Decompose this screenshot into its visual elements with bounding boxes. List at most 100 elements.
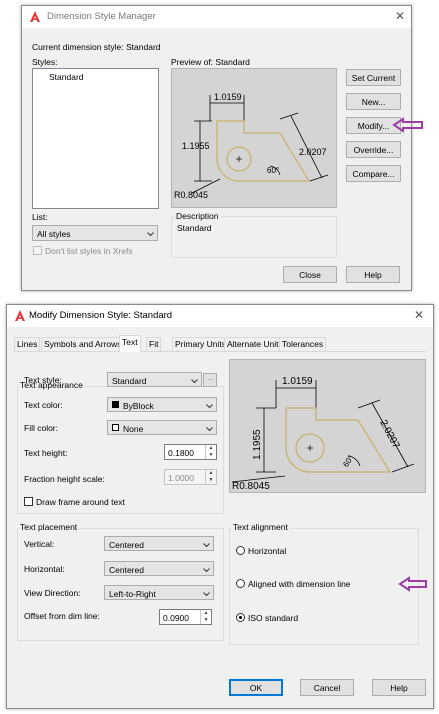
text-placement-title: Text placement [18,522,80,532]
vertical-value: Centered [109,540,144,550]
vertical-label: Vertical: [24,539,55,549]
fill-color-select[interactable]: None [107,420,217,435]
tab-strip: Lines Symbols and Arrows Text Fit Primar… [14,335,426,352]
view-direction-value: Left-to-Right [109,589,156,599]
xrefs-label: Don't list styles in Xrefs [45,246,133,256]
text-height-input[interactable]: 0.1800 ▲ ▼ [164,444,217,460]
title-bar: Dimension Style Manager ✕ [22,6,411,28]
preview-dim-angle: 60° [267,166,279,175]
close-icon[interactable]: ✕ [414,308,424,322]
horizontal-value: Centered [109,565,144,575]
draw-frame-checkbox[interactable] [24,497,33,506]
horizontal-label: Horizontal: [24,564,65,574]
preview-dim-left: 1.1955 [252,429,263,460]
preview-label: Preview of: Standard [171,57,250,67]
text-alignment-title: Text alignment [231,522,290,532]
preview-dim-top: 1.0159 [282,376,313,387]
tab-alternate-units[interactable]: Alternate Units [224,337,286,351]
vertical-select[interactable]: Centered [104,536,214,551]
override-button[interactable]: Override... [346,141,401,158]
help-button[interactable]: Help [372,679,426,696]
description-label: Description [174,211,221,221]
preview-dim-radius: R0.8045 [174,190,208,200]
text-height-label: Text height: [24,448,68,458]
tab-text[interactable]: Text [119,335,141,352]
tab-fit[interactable]: Fit [146,337,162,351]
color-swatch [112,424,119,431]
autocad-logo-icon [30,11,40,22]
modify-dimension-style-dialog: Modify Dimension Style: Standard ✕ Lines… [6,304,434,709]
list-filter-select[interactable]: All styles [32,225,158,241]
text-preview: 1.0159 1.1955 2.0207 60° R0.8045 [229,359,426,493]
aligned-option-label: Aligned with dimension line [248,579,351,589]
tab-symbols-and-arrows[interactable]: Symbols and Arrows [41,337,125,351]
preview-dim-top: 1.0159 [214,92,242,102]
help-button[interactable]: Help [346,266,400,283]
fill-color-value: None [123,424,144,434]
preview-drawing: 1.0159 1.1955 2.0207 60° R0.8045 [231,376,415,492]
styles-list[interactable]: Standard [32,68,159,209]
autocad-logo-icon [15,310,25,321]
preview-drawing: 1.0159 1.1955 2.0207 60° R0.8045 [174,92,329,200]
close-icon[interactable]: ✕ [395,9,405,23]
chevron-down-icon [203,543,210,548]
arrow-annotation-icon [398,576,427,592]
preview-dim-angle: 60° [341,454,355,469]
iso-standard-option-label: ISO standard [248,613,299,623]
chevron-down-icon [206,427,213,432]
list-label: List: [32,212,48,222]
preview-dim-left: 1.1955 [182,141,210,151]
color-swatch [112,401,119,408]
text-style-select[interactable]: Standard [107,372,202,387]
ok-button[interactable]: OK [229,679,283,696]
iso-standard-radio[interactable] [236,613,245,622]
text-style-label: Text style: [24,375,62,385]
offset-value: 0.0900 [163,613,189,623]
horizontal-radio[interactable] [236,546,245,555]
current-style-label: Current dimension style: Standard [32,42,161,52]
set-current-button[interactable]: Set Current [346,69,401,86]
draw-frame-label: Draw frame around text [36,497,125,507]
aligned-radio[interactable] [236,579,245,588]
close-button[interactable]: Close [283,266,337,283]
compare-button[interactable]: Compare... [346,165,401,182]
dimension-style-manager-dialog: Dimension Style Manager ✕ Current dimens… [21,5,423,291]
preview-dim-right: 2.0207 [377,418,401,451]
text-color-value: ByBlock [123,401,154,411]
arrow-annotation-icon [392,117,423,133]
horizontal-select[interactable]: Centered [104,561,214,576]
fraction-height-spinner[interactable]: ▲ ▼ [205,470,216,484]
text-style-browse-button[interactable]: ... [203,373,217,387]
offset-spinner[interactable]: ▲ ▼ [200,610,211,624]
new-button[interactable]: New... [346,93,401,110]
text-color-select[interactable]: ByBlock [107,397,217,412]
dialog-title: Dimension Style Manager [47,11,156,22]
list-filter-value: All styles [37,229,71,239]
tab-lines[interactable]: Lines [14,337,41,351]
list-item[interactable]: Standard [49,72,84,82]
text-height-spinner[interactable]: ▲ ▼ [205,445,216,459]
dialog-title: Modify Dimension Style: Standard [29,310,173,321]
fraction-height-input[interactable]: 1.0000 ▲ ▼ [164,469,217,485]
style-preview: 1.0159 1.1955 2.0207 60° R0.8045 [171,68,337,208]
xrefs-checkbox[interactable] [33,246,42,255]
chevron-down-icon [191,379,198,384]
title-bar: Modify Dimension Style: Standard ✕ [7,305,433,327]
text-style-value: Standard [112,376,147,386]
fill-color-label: Fill color: [24,423,59,433]
description-value: Standard [177,223,212,233]
chevron-down-icon [203,592,210,597]
cancel-button[interactable]: Cancel [300,679,354,696]
preview-dim-radius: R0.8045 [232,481,270,492]
styles-label: Styles: [32,57,58,67]
text-color-label: Text color: [24,400,63,410]
tab-tolerances[interactable]: Tolerances [279,337,327,351]
chevron-down-icon [147,232,154,237]
fraction-height-label: Fraction height scale: [24,474,105,484]
preview-dim-right: 2.0207 [299,147,327,157]
view-direction-select[interactable]: Left-to-Right [104,585,214,600]
offset-input[interactable]: 0.0900 ▲ ▼ [159,609,212,625]
horizontal-option-label: Horizontal [248,546,287,556]
offset-label: Offset from dim line: [24,611,100,621]
tab-primary-units[interactable]: Primary Units [172,337,230,351]
